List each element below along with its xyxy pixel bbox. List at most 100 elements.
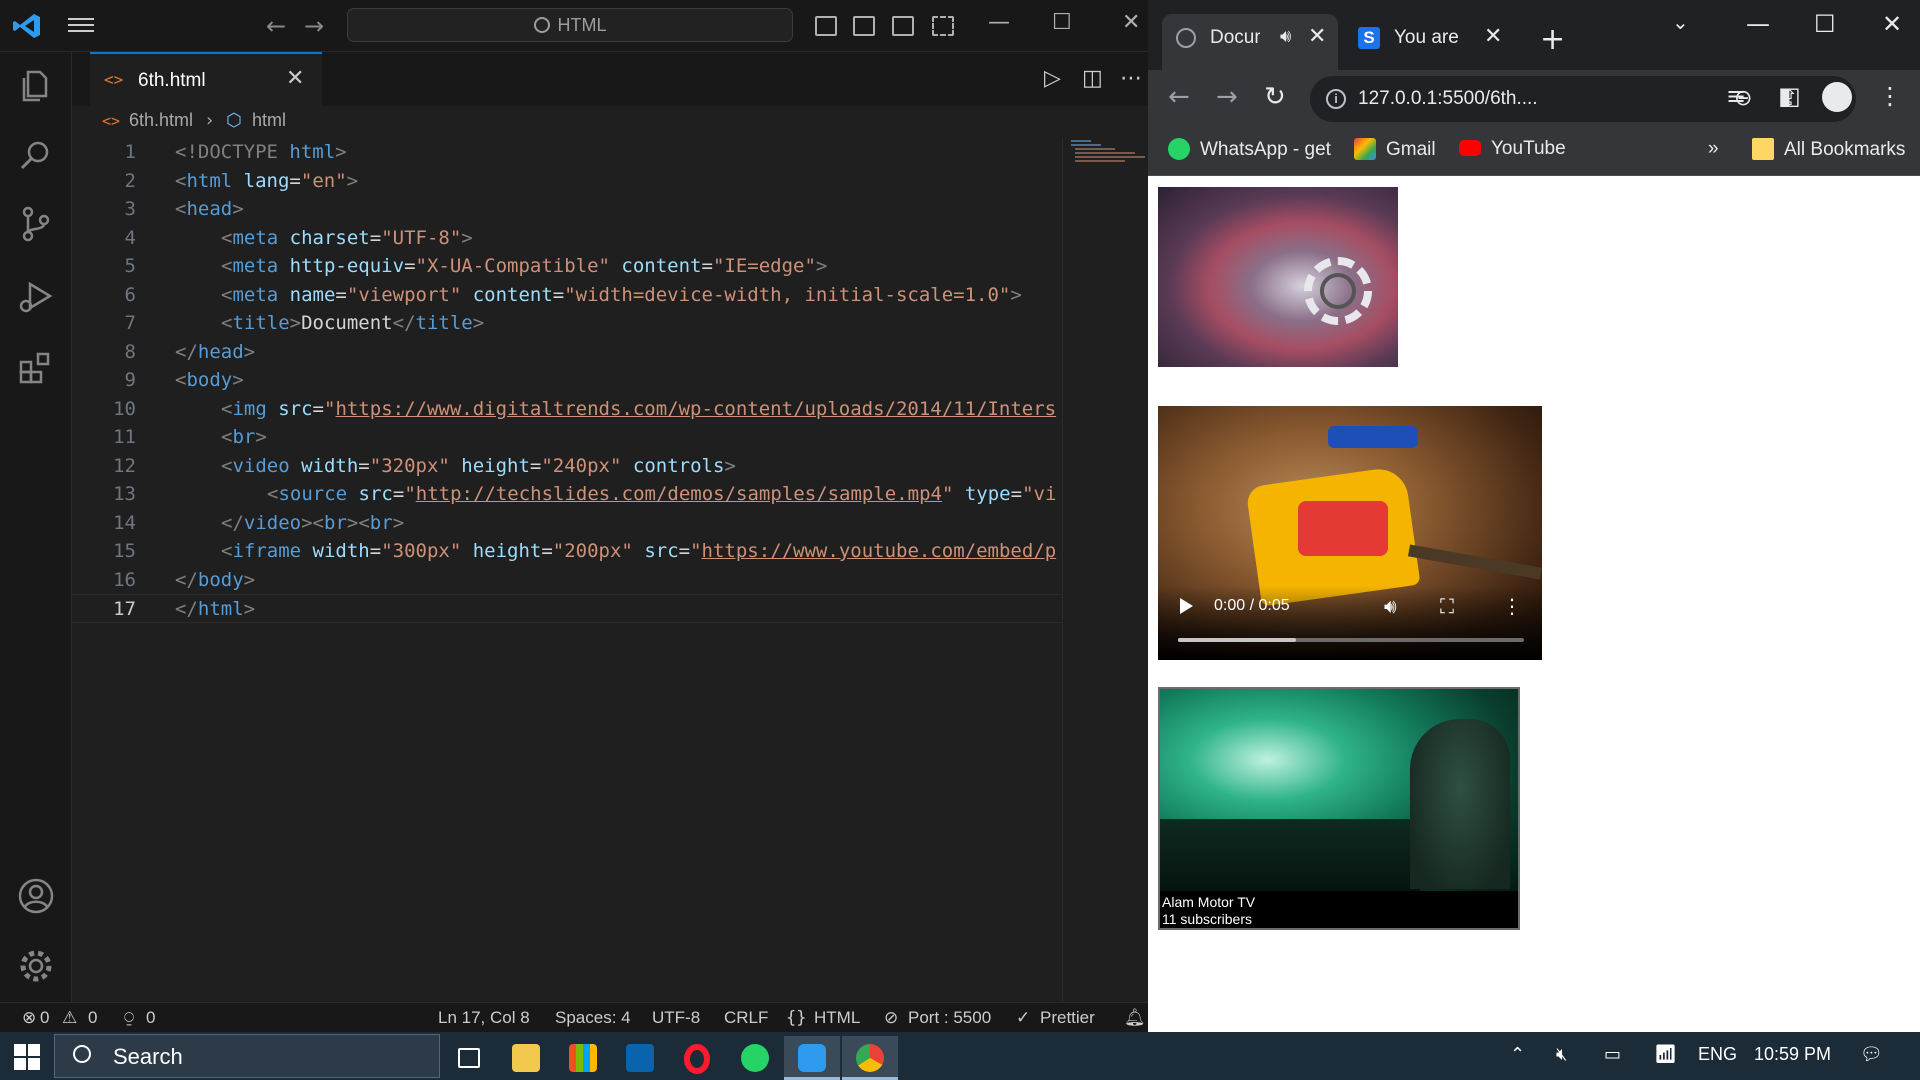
language-braces-icon: {} (786, 1008, 807, 1028)
toggle-panel-icon[interactable] (853, 16, 875, 36)
toggle-secondary-sidebar-icon[interactable] (892, 16, 914, 36)
windows-taskbar: Search ⌃ 🔇︎ ▭ 📶︎ ENG 10:59 PM 💬︎ (0, 1032, 1920, 1080)
language-mode[interactable]: HTML (814, 1008, 860, 1028)
battery-icon[interactable]: ▭ (1604, 1044, 1621, 1065)
side-panel-icon[interactable]: ◧ (1778, 82, 1801, 110)
prettier-status[interactable]: Prettier (1040, 1008, 1095, 1028)
end-of-line[interactable]: CRLF (724, 1008, 768, 1028)
command-center-search[interactable]: HTML (347, 8, 793, 42)
task-view-button[interactable] (440, 1036, 496, 1080)
html-file-icon: <> (104, 70, 124, 89)
warning-count[interactable]: 0 (88, 1008, 97, 1028)
maximize-icon[interactable]: ☐ (1052, 10, 1072, 35)
volume-icon[interactable]: 🔊︎ (1384, 594, 1397, 618)
hamburger-menu-icon[interactable] (68, 14, 94, 38)
more-options-icon[interactable]: ⋮ (1502, 594, 1522, 618)
close-tab-icon[interactable]: ✕ (1308, 24, 1326, 49)
reading-list-icon[interactable]: ≡ (1726, 82, 1746, 110)
volume-muted-icon[interactable]: 🔇︎ (1556, 1044, 1567, 1065)
close-tab-icon[interactable]: ✕ (286, 66, 304, 91)
forward-arrow-icon[interactable]: → (1216, 82, 1238, 112)
close-tab-icon[interactable]: ✕ (1484, 24, 1502, 49)
manage-gear-icon[interactable] (16, 946, 56, 986)
notifications-bell-icon[interactable]: 🔔︎ (1124, 1008, 1146, 1028)
error-count[interactable]: 0 (40, 1008, 49, 1028)
close-window-icon[interactable]: ✕ (1882, 10, 1902, 38)
minimize-icon[interactable]: — (988, 10, 1010, 35)
bookmark-gmail[interactable]: Gmail (1354, 138, 1436, 161)
reload-icon[interactable]: ↻ (1264, 82, 1286, 112)
toggle-primary-sidebar-icon[interactable] (815, 16, 837, 36)
explorer-icon[interactable] (16, 66, 56, 106)
tab-6th-html[interactable]: <> 6th.html ✕ (90, 52, 322, 106)
chrome-button[interactable] (842, 1036, 898, 1080)
errors-icon[interactable]: ⊗ (22, 1008, 36, 1028)
audio-playing-icon[interactable]: 🔊︎ (1280, 26, 1291, 47)
split-editor-icon[interactable]: ◫ (1082, 66, 1103, 91)
extensions-icon[interactable] (16, 348, 56, 388)
ports-icon[interactable]: ⍜ (124, 1008, 134, 1028)
task-view-icon (458, 1048, 480, 1068)
breadcrumb-file[interactable]: 6th.html (129, 110, 193, 131)
accounts-icon[interactable] (16, 876, 56, 916)
bookmark-whatsapp[interactable]: WhatsApp - get (1168, 138, 1331, 161)
file-explorer-button[interactable] (498, 1036, 554, 1080)
back-arrow-icon[interactable]: ← (266, 12, 286, 40)
code-editor[interactable]: 1 <!DOCTYPE html> 2 <html lang="en"> 3 <hea… (72, 138, 1062, 1002)
indentation[interactable]: Spaces: 4 (555, 1008, 631, 1028)
bookmark-youtube[interactable]: YouTube (1459, 138, 1566, 160)
customize-layout-icon[interactable] (932, 16, 954, 36)
file-encoding[interactable]: UTF-8 (652, 1008, 700, 1028)
browser-tab-document[interactable]: Document 🔊︎ ✕ (1162, 14, 1338, 78)
maximize-icon[interactable]: ☐ (1814, 10, 1836, 38)
chrome-menu-icon[interactable]: ⋮ (1878, 82, 1902, 110)
code-link[interactable]: http://techslides.com/demos/samples/samp… (416, 483, 942, 505)
forward-arrow-icon[interactable]: → (304, 12, 324, 40)
youtube-embed-iframe[interactable]: Alam Motor TV 11 subscribers (1158, 687, 1520, 930)
warning-icon[interactable]: ⚠ (62, 1008, 77, 1028)
more-actions-icon[interactable]: ⋯ (1120, 66, 1142, 91)
whatsapp-button[interactable] (727, 1036, 783, 1080)
back-arrow-icon[interactable]: ← (1168, 82, 1190, 112)
browser-tab-signed-in[interactable]: S You are signed in ✕ (1346, 14, 1522, 64)
breadcrumb-symbol[interactable]: html (252, 110, 286, 131)
mail-button[interactable] (612, 1036, 668, 1080)
input-language[interactable]: ENG (1698, 1044, 1737, 1065)
line-number: 15 (113, 540, 136, 562)
minimize-icon[interactable]: — (1746, 10, 1770, 38)
video-player[interactable]: 0:00 / 0:05 🔊︎ ⛶ ⋮ (1158, 406, 1542, 660)
clock[interactable]: 10:59 PM (1754, 1044, 1831, 1065)
search-icon[interactable] (16, 136, 56, 176)
microsoft-store-button[interactable] (555, 1036, 611, 1080)
minimap[interactable] (1062, 138, 1148, 1002)
show-hidden-icons-chevron[interactable]: ⌃ (1510, 1044, 1525, 1065)
close-window-icon[interactable]: ✕ (1122, 10, 1140, 35)
bookmarks-overflow-button[interactable]: » (1708, 138, 1719, 160)
run-and-debug-icon[interactable] (16, 276, 56, 316)
cursor-position[interactable]: Ln 17, Col 8 (438, 1008, 530, 1028)
address-bar[interactable]: i 127.0.0.1:5500/6th.... ⊖ ⇪ ☆ (1310, 76, 1856, 122)
video-seek-bar[interactable] (1178, 638, 1524, 642)
new-tab-plus-icon[interactable]: + (1540, 22, 1565, 57)
run-icon[interactable]: ▷ (1044, 66, 1061, 91)
play-icon[interactable] (1180, 598, 1193, 614)
channel-name[interactable]: Alam Motor TV (1162, 894, 1255, 910)
url-text[interactable]: 127.0.0.1:5500/6th.... (1358, 88, 1538, 110)
site-info-icon[interactable]: i (1326, 89, 1346, 109)
youtube-thumbnail[interactable] (1160, 689, 1518, 891)
tab-search-chevron-icon[interactable]: ⌄ (1672, 10, 1689, 34)
ports-count[interactable]: 0 (146, 1008, 155, 1028)
live-server-port[interactable]: Port : 5500 (908, 1008, 991, 1028)
source-control-icon[interactable] (16, 204, 56, 244)
notifications-icon[interactable]: 💬︎ (1860, 1044, 1883, 1065)
windows-start-icon[interactable] (14, 1044, 40, 1070)
vscode-button[interactable] (784, 1036, 840, 1080)
code-link[interactable]: https://www.youtube.com/embed/p (702, 540, 1057, 562)
taskbar-search-box[interactable]: Search (54, 1034, 440, 1078)
code-link[interactable]: https://www.digitaltrends.com/wp-content… (335, 398, 1056, 420)
wifi-icon[interactable]: 📶︎ (1654, 1044, 1677, 1065)
profile-avatar-icon[interactable] (1822, 82, 1852, 112)
all-bookmarks-button[interactable]: All Bookmarks (1752, 138, 1905, 161)
opera-button[interactable] (670, 1036, 726, 1080)
fullscreen-icon[interactable]: ⛶ (1440, 594, 1454, 618)
